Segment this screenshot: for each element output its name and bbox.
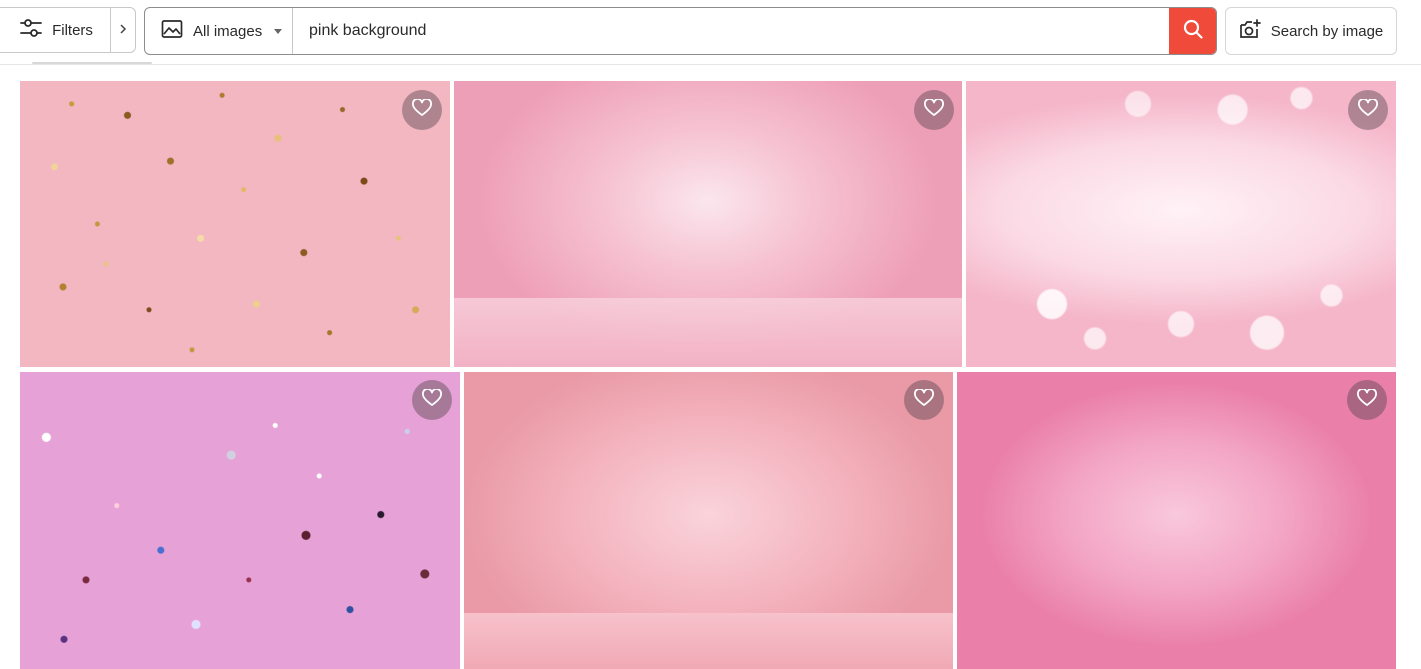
- heart-icon: [914, 387, 934, 412]
- expand-filters-button[interactable]: [110, 7, 136, 53]
- result-image-1[interactable]: [20, 81, 450, 367]
- search-bar: All images: [144, 7, 1217, 55]
- chevron-down-icon: [274, 28, 283, 34]
- favorite-button[interactable]: [1347, 380, 1387, 420]
- filters-button[interactable]: Filters: [0, 7, 110, 53]
- search-by-image-label: Search by image: [1270, 22, 1384, 40]
- search-icon: [1183, 19, 1203, 44]
- heart-icon: [1357, 387, 1377, 412]
- image-icon: [161, 19, 183, 43]
- search-button[interactable]: [1169, 8, 1216, 54]
- heart-icon: [924, 97, 944, 122]
- heart-icon: [1358, 97, 1378, 122]
- image-type-label: All images: [193, 22, 263, 40]
- search-input[interactable]: [293, 8, 1169, 54]
- result-image-6[interactable]: [957, 372, 1396, 669]
- filters-label: Filters: [52, 21, 93, 39]
- favorite-button[interactable]: [914, 90, 954, 130]
- result-image-5[interactable]: [464, 372, 953, 669]
- camera-plus-icon: [1239, 19, 1261, 43]
- search-by-image-button[interactable]: Search by image: [1225, 7, 1397, 55]
- heart-icon: [412, 97, 432, 122]
- sliders-icon: [20, 19, 42, 41]
- heart-icon: [422, 387, 442, 412]
- result-image-3[interactable]: [966, 81, 1396, 367]
- favorite-button[interactable]: [1348, 90, 1388, 130]
- tab-indicator: [32, 62, 152, 64]
- image-type-dropdown[interactable]: All images: [145, 8, 293, 54]
- search-toolbar: Filters All images pink background Searc…: [0, 0, 1421, 65]
- favorite-button[interactable]: [412, 380, 452, 420]
- favorite-button[interactable]: [402, 90, 442, 130]
- result-image-4[interactable]: [20, 372, 460, 669]
- result-image-2[interactable]: [454, 81, 962, 367]
- chevron-right-icon: [119, 21, 127, 39]
- favorite-button[interactable]: [904, 380, 944, 420]
